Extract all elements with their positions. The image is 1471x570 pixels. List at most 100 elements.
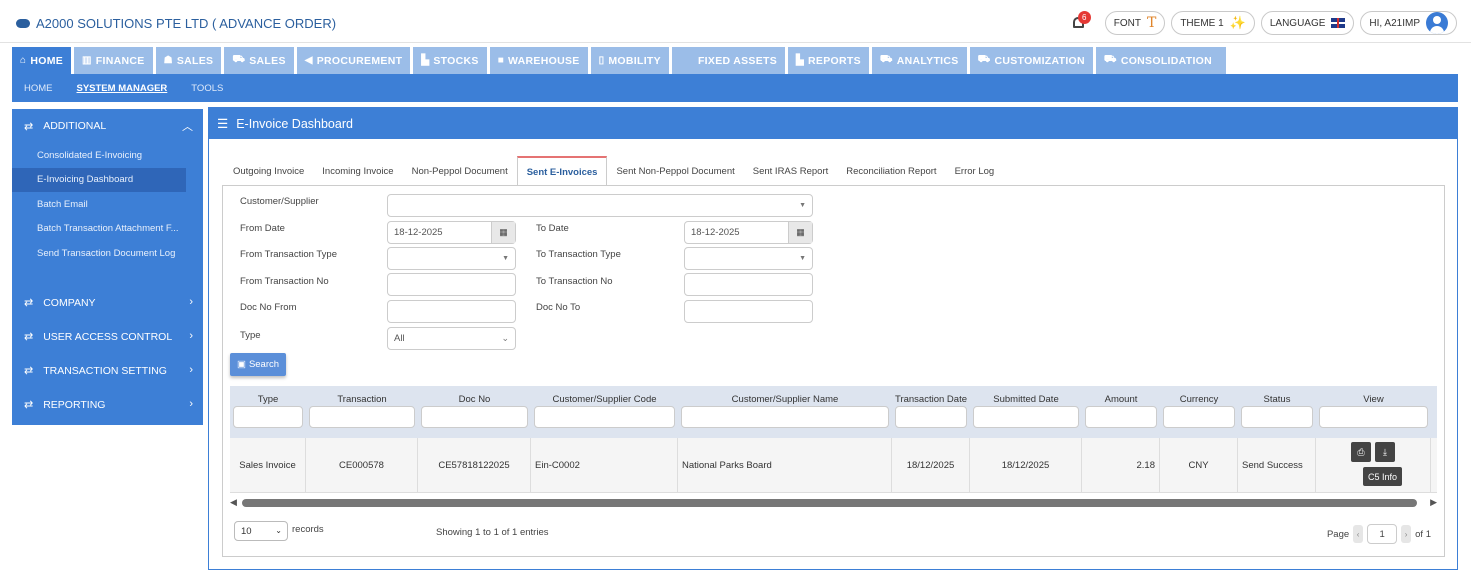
table-row[interactable]: Sales Invoice CE000578 CE57818122025 Ein… <box>230 438 1437 493</box>
doc-no-to-input[interactable] <box>684 300 813 323</box>
menu-tab-reports[interactable]: ▙ REPORTS <box>788 47 869 74</box>
column-header-submitted-date[interactable]: Submitted Date <box>970 386 1082 438</box>
sidebar-item-e-invoicing-dashboard[interactable]: E-Invoicing Dashboard <box>12 167 186 192</box>
filter-input[interactable] <box>973 406 1079 428</box>
tab-incoming-invoice[interactable]: Incoming Invoice <box>313 156 402 186</box>
sidebar-group-reporting[interactable]: ⇄ REPORTING › <box>12 388 203 422</box>
megaphone-icon: ◀ <box>304 55 313 66</box>
to-transaction-type-select[interactable]: ▼ <box>684 247 813 270</box>
sidebar-item-batch-transaction-attachment[interactable]: Batch Transaction Attachment F... <box>12 217 203 242</box>
menu-tab-consolidation[interactable]: ⛟ CONSOLIDATION <box>1095 47 1227 74</box>
sidebar-item-batch-email[interactable]: Batch Email <box>12 192 203 217</box>
menu-tab-procurement[interactable]: ◀ PROCUREMENT <box>296 47 411 74</box>
column-header-type[interactable]: Type <box>230 386 306 438</box>
menu-tab-mobility[interactable]: ▯ MOBILITY <box>590 47 669 74</box>
to-date-input[interactable]: 18-12-2025 ▦ <box>684 221 813 244</box>
user-menu-button[interactable]: HI, A21IMP <box>1360 11 1457 35</box>
menu-tab-customization[interactable]: ⛟ CUSTOMIZATION <box>969 47 1093 74</box>
hamburger-icon[interactable]: ☰ <box>217 116 228 131</box>
calendar-icon[interactable]: ▦ <box>491 222 515 243</box>
sidebar-item-consolidated-e-invoicing[interactable]: Consolidated E-Invoicing <box>12 143 203 168</box>
sidebar-group-transaction-setting[interactable]: ⇄ TRANSACTION SETTING › <box>12 354 203 388</box>
sidebar-group-label: USER ACCESS CONTROL <box>43 330 173 343</box>
company-brand[interactable]: A2000 SOLUTIONS PTE LTD ( ADVANCE ORDER) <box>16 16 336 31</box>
column-header-customer-name[interactable]: Customer/Supplier Name <box>678 386 892 438</box>
from-transaction-no-input[interactable] <box>387 273 516 296</box>
font-button[interactable]: FONT T <box>1104 11 1166 35</box>
type-label: Type <box>240 330 261 341</box>
notification-bell-button[interactable]: 6 <box>1069 11 1091 34</box>
download-button[interactable]: ⤓ <box>1375 442 1395 462</box>
sidebar-group-company[interactable]: ⇄ COMPANY › <box>12 286 203 320</box>
filter-input[interactable] <box>895 406 967 428</box>
column-header-amount[interactable]: Amount <box>1082 386 1160 438</box>
from-transaction-no-label: From Transaction No <box>240 276 329 287</box>
menu-tab-label: CUSTOMIZATION <box>994 54 1085 67</box>
language-button[interactable]: LANGUAGE <box>1260 11 1355 35</box>
scroll-left-icon[interactable]: ◀ <box>230 497 237 508</box>
cell-type: Sales Invoice <box>230 438 306 492</box>
panel-header: ☰ E-Invoice Dashboard <box>209 108 1457 139</box>
menu-tab-home[interactable]: ⌂ HOME <box>12 47 72 74</box>
tab-sent-non-peppol-document[interactable]: Sent Non-Peppol Document <box>607 156 743 186</box>
next-page-button[interactable]: › <box>1401 525 1412 543</box>
sidebar-item-send-transaction-document-log[interactable]: Send Transaction Document Log <box>12 241 203 266</box>
column-header-view[interactable]: View <box>1316 386 1431 438</box>
column-header-doc-no[interactable]: Doc No <box>418 386 531 438</box>
filter-input[interactable] <box>534 406 675 428</box>
calendar-icon[interactable]: ▦ <box>788 222 812 243</box>
submenu-tools[interactable]: TOOLS <box>191 83 223 94</box>
filter-input[interactable] <box>1085 406 1157 428</box>
scrollbar-thumb[interactable] <box>242 499 1417 507</box>
menu-tab-sales[interactable]: ⛟ SALES <box>224 47 294 74</box>
scroll-right-icon[interactable]: ▶ <box>1430 497 1437 508</box>
sidebar-group-user-access-control[interactable]: ⇄ USER ACCESS CONTROL › <box>12 320 203 354</box>
column-header-transaction-date[interactable]: Transaction Date <box>892 386 970 438</box>
menu-tab-finance[interactable]: ▥ FINANCE <box>74 47 153 74</box>
tab-sent-iras-report[interactable]: Sent IRAS Report <box>744 156 838 186</box>
tab-outgoing-invoice[interactable]: Outgoing Invoice <box>224 156 313 186</box>
filter-input[interactable] <box>1319 406 1428 428</box>
menu-tab-fixed-assets[interactable]: FIXED ASSETS <box>671 47 786 74</box>
menu-tab-warehouse[interactable]: ■ WAREHOUSE <box>489 47 588 74</box>
tab-error-log[interactable]: Error Log <box>946 156 1004 186</box>
filter-input[interactable] <box>421 406 528 428</box>
submenu-home[interactable]: HOME <box>24 83 53 94</box>
column-header-status[interactable]: Status <box>1238 386 1316 438</box>
exchange-icon: ⇄ <box>24 297 34 309</box>
menu-tab-analytics[interactable]: ⛟ ANALYTICS <box>871 47 967 74</box>
tab-reconciliation-report[interactable]: Reconciliation Report <box>837 156 945 186</box>
prev-page-button[interactable]: ‹ <box>1353 525 1364 543</box>
from-transaction-type-select[interactable]: ▼ <box>387 247 516 270</box>
customer-supplier-select[interactable]: ▼ <box>387 194 813 217</box>
print-button[interactable]: ⎙ <box>1351 442 1371 462</box>
sidebar-group-additional[interactable]: ⇄ ADDITIONAL ︿ <box>12 111 203 141</box>
filter-input[interactable] <box>309 406 415 428</box>
theme-button[interactable]: THEME 1 ✨ <box>1171 11 1255 35</box>
filter-input[interactable] <box>1241 406 1313 428</box>
top-header: A2000 SOLUTIONS PTE LTD ( ADVANCE ORDER)… <box>0 5 1471 43</box>
horizontal-scrollbar[interactable]: ◀ ▶ <box>230 497 1437 507</box>
tab-non-peppol-document[interactable]: Non-Peppol Document <box>403 156 517 186</box>
to-transaction-no-input[interactable] <box>684 273 813 296</box>
chevron-up-icon: ︿ <box>182 121 193 133</box>
e-invoice-dashboard-panel: ☰ E-Invoice Dashboard Outgoing Invoice I… <box>208 107 1458 570</box>
tab-sent-e-invoices[interactable]: Sent E-Invoices <box>516 156 608 186</box>
filter-input[interactable] <box>1163 406 1235 428</box>
page-size-select[interactable]: 10 ⌄ <box>234 521 288 541</box>
type-select[interactable]: All ⌄ <box>387 327 516 350</box>
menu-tab-stocks[interactable]: ▙ STOCKS <box>413 47 487 74</box>
search-button[interactable]: ▣ Search <box>230 353 286 376</box>
column-header-currency[interactable]: Currency <box>1160 386 1238 438</box>
sidebar: ⇄ ADDITIONAL ︿ Consolidated E-Invoicing … <box>12 109 203 425</box>
from-date-input[interactable]: 18-12-2025 ▦ <box>387 221 516 244</box>
column-header-transaction[interactable]: Transaction <box>306 386 418 438</box>
page-number-input[interactable]: 1 <box>1367 524 1398 544</box>
column-header-customer-code[interactable]: Customer/Supplier Code <box>531 386 678 438</box>
filter-input[interactable] <box>681 406 889 428</box>
filter-input[interactable] <box>233 406 303 428</box>
submenu-system-manager[interactable]: SYSTEM MANAGER <box>77 83 168 94</box>
column-title: Currency <box>1179 394 1219 405</box>
menu-tab-sales-users[interactable]: ☗ SALES <box>155 47 222 74</box>
doc-no-from-input[interactable] <box>387 300 516 323</box>
